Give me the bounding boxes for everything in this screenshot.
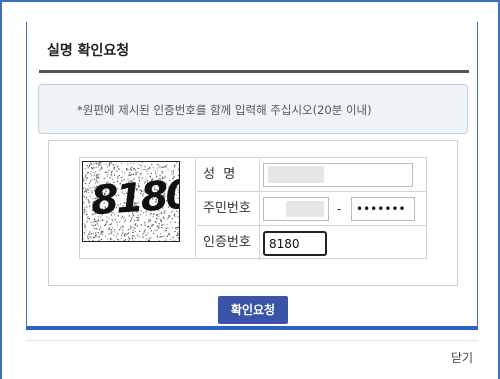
auth-code-row: 인증번호 <box>197 226 427 260</box>
resident-number-label: 주민번호 <box>203 201 251 216</box>
auth-code-field[interactable] <box>263 231 327 256</box>
resident-front-redaction <box>286 201 324 217</box>
captcha-digits: 8180 <box>89 171 180 225</box>
resident-number-separator: - <box>337 202 342 216</box>
name-label: 성 명 <box>203 167 236 182</box>
auth-form-box: 8180 성 명 주민번호 - ••••••• 인증번호 <box>48 140 458 286</box>
captcha-image: 8180 <box>82 161 180 242</box>
title-divider <box>39 70 469 73</box>
verification-panel: 실명 확인요청 *원편에 제시된 인증번호를 함께 입력해 주십시오(20분 이… <box>26 22 478 330</box>
confirm-request-button[interactable]: 확인요청 <box>218 296 288 324</box>
name-redaction <box>268 166 324 183</box>
row-divider <box>259 226 260 260</box>
row-divider <box>259 192 260 226</box>
auth-code-label: 인증번호 <box>203 235 251 250</box>
resident-number-front-field[interactable] <box>263 197 329 221</box>
row-divider <box>259 158 260 192</box>
resident-number-back-field[interactable]: ••••••• <box>351 197 415 221</box>
footer-divider <box>26 340 478 341</box>
instruction-notice: *원편에 제시된 인증번호를 함께 입력해 주십시오(20분 이내) <box>38 84 468 134</box>
close-button[interactable]: 닫기 <box>451 349 473 366</box>
resident-number-row: 주민번호 - ••••••• <box>197 192 427 226</box>
auth-form-table: 8180 성 명 주민번호 - ••••••• 인증번호 <box>79 157 427 260</box>
captcha-cell: 8180 <box>80 158 196 258</box>
page-title: 실명 확인요청 <box>47 43 130 59</box>
name-row: 성 명 <box>197 158 427 192</box>
title-area: 실명 확인요청 <box>39 40 469 73</box>
